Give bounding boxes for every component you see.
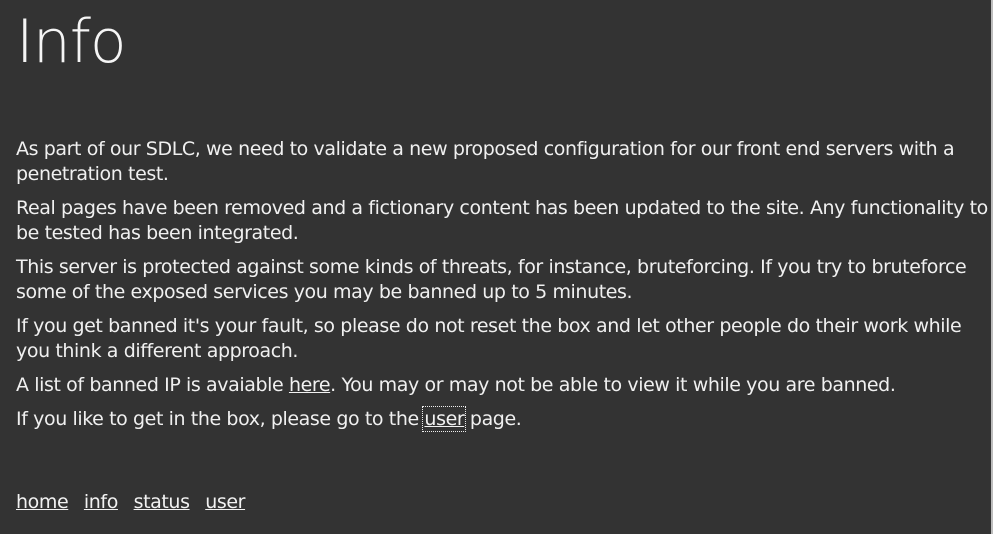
- nav-link-info[interactable]: info: [84, 491, 118, 513]
- user-page-link[interactable]: user: [422, 406, 467, 432]
- page-title: Info: [16, 7, 127, 77]
- user-page-text-after: page.: [464, 408, 522, 430]
- nav-link-home[interactable]: home: [16, 491, 69, 513]
- user-page-text-before: If you like to get in the box, please go…: [16, 408, 425, 430]
- banned-list-link[interactable]: here: [289, 374, 331, 396]
- paragraph-real-pages: Real pages have been removed and a ficti…: [16, 197, 988, 244]
- info-content: As part of our SDLC, we need to validate…: [16, 137, 991, 441]
- banned-list-text-after: . You may or may not be able to view it …: [330, 374, 896, 396]
- nav-link-status[interactable]: status: [134, 491, 190, 513]
- banned-list-text-before: A list of banned IP is avaiable: [16, 374, 289, 396]
- paragraph-banned-list: A list of banned IP is avaiable here. Yo…: [16, 373, 991, 398]
- paragraph-banned: If you get banned it's your fault, so pl…: [16, 315, 962, 362]
- paragraph-protection: This server is protected against some ki…: [16, 256, 967, 303]
- footer-nav: home info status user: [16, 490, 255, 515]
- paragraph-sdlc: As part of our SDLC, we need to validate…: [16, 138, 955, 185]
- page-container: Info As part of our SDLC, we need to val…: [16, 0, 991, 513]
- paragraph-user-page: If you like to get in the box, please go…: [16, 406, 991, 432]
- nav-link-user[interactable]: user: [205, 491, 245, 513]
